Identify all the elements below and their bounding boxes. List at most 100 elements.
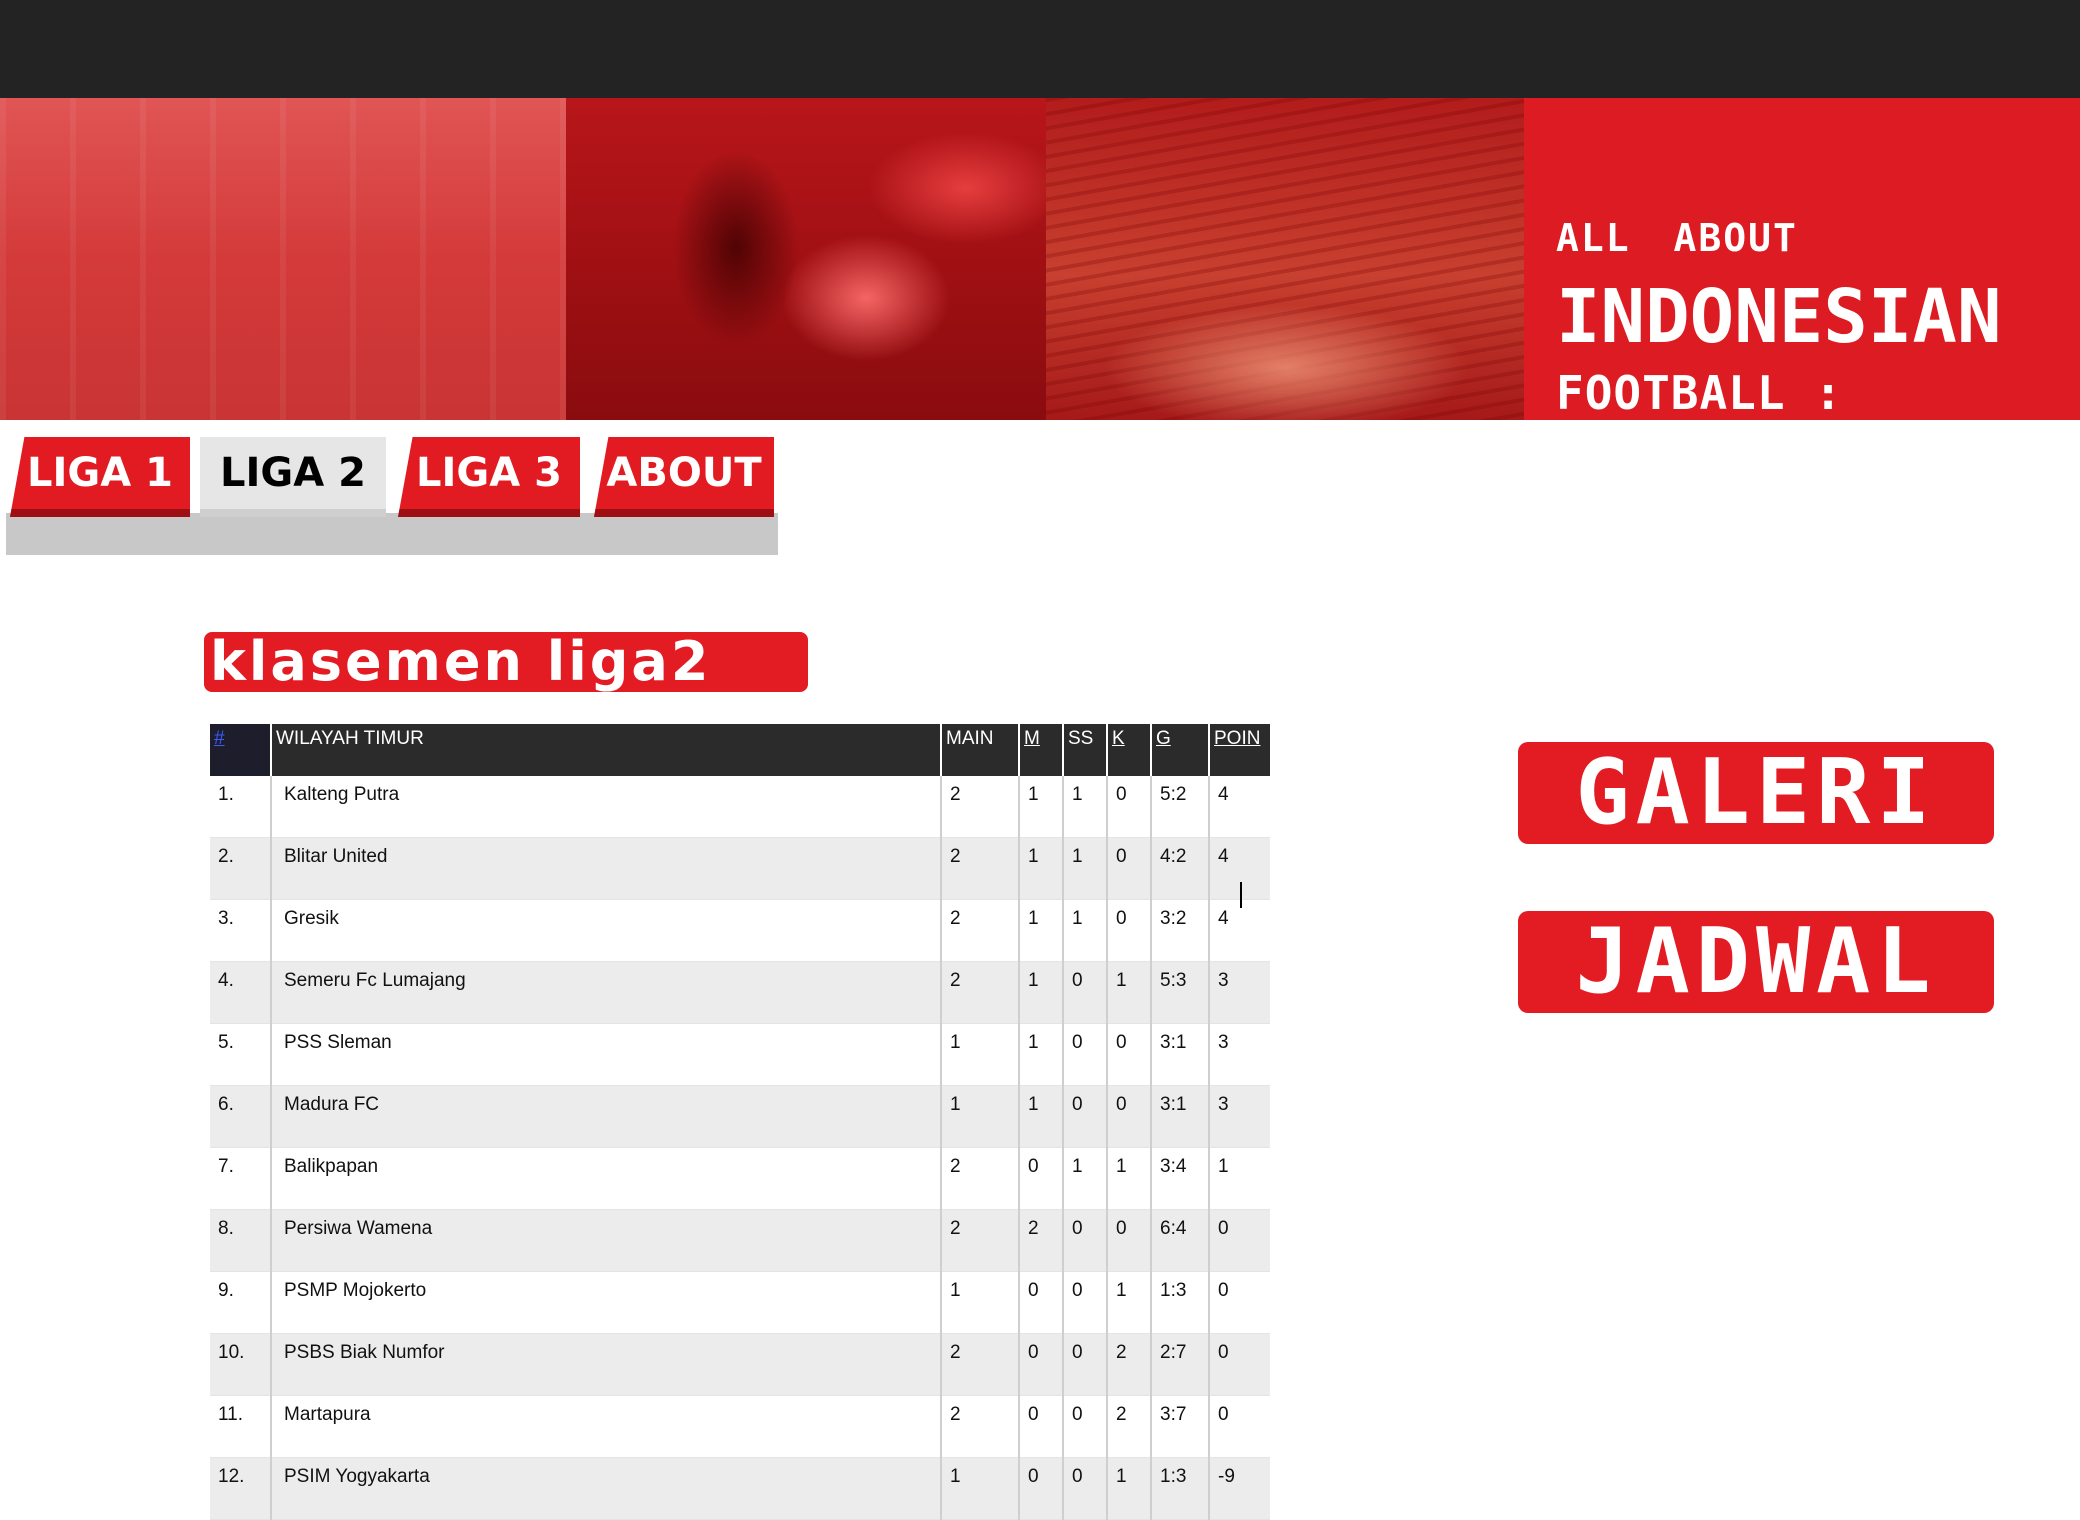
header-cell-draw: SS: [1062, 724, 1107, 776]
table-row: 12. PSIM Yogyakarta 1 0 0 1 1:3 -9: [210, 1457, 1270, 1520]
cell-goals: 1:3: [1150, 1271, 1209, 1334]
cell-played: 1: [940, 1085, 1019, 1148]
cell-lost: 0: [1106, 1023, 1151, 1086]
cell-rank: 3.: [210, 899, 271, 962]
table-row: 3. Gresik 2 1 1 0 3:2 4: [210, 899, 1270, 962]
banner-image-supporters-flares: [566, 98, 1046, 420]
cell-won: 1: [1018, 1023, 1063, 1086]
cell-played: 1: [940, 1271, 1019, 1334]
cell-lost: 0: [1106, 776, 1151, 838]
cell-played: 2: [940, 837, 1019, 900]
table-row: 11. Martapura 2 0 0 2 3:7 0: [210, 1395, 1270, 1458]
cell-team: Semeru Fc Lumajang: [270, 961, 941, 1024]
cell-draw: 0: [1062, 1085, 1107, 1148]
cell-draw: 0: [1062, 1457, 1107, 1520]
cell-draw: 0: [1062, 1209, 1107, 1272]
cell-goals: 2:7: [1150, 1333, 1209, 1396]
cell-played: 2: [940, 1209, 1019, 1272]
cell-played: 2: [940, 1395, 1019, 1458]
table-header-row: # WILAYAH TIMUR MAIN M SS K G POIN: [210, 724, 1270, 776]
cell-lost: 0: [1106, 1085, 1151, 1148]
cell-rank: 8.: [210, 1209, 271, 1272]
header-cell-lost[interactable]: K: [1106, 724, 1151, 776]
cell-draw: 0: [1062, 961, 1107, 1024]
tab-liga-1[interactable]: LIGA 1: [10, 437, 190, 517]
cell-goals: 3:4: [1150, 1147, 1209, 1210]
cell-draw: 0: [1062, 1395, 1107, 1458]
cell-won: 0: [1018, 1395, 1063, 1458]
cell-won: 1: [1018, 776, 1063, 838]
cell-goals: 3:1: [1150, 1085, 1209, 1148]
table-row: 1. Kalteng Putra 2 1 1 0 5:2 4: [210, 776, 1270, 838]
cell-lost: 1: [1106, 1147, 1151, 1210]
cell-played: 2: [940, 1147, 1019, 1210]
header-cell-won[interactable]: M: [1018, 724, 1063, 776]
cell-lost: 2: [1106, 1333, 1151, 1396]
cell-rank: 1.: [210, 776, 271, 838]
galeri-button[interactable]: GALERI: [1518, 742, 1994, 844]
cell-lost: 1: [1106, 1271, 1151, 1334]
cell-team: Kalteng Putra: [270, 776, 941, 838]
cell-points: 4: [1208, 899, 1270, 962]
cell-draw: 0: [1062, 1023, 1107, 1086]
cell-team: Martapura: [270, 1395, 941, 1458]
jadwal-button[interactable]: JADWAL: [1518, 911, 1994, 1013]
cell-won: 1: [1018, 1085, 1063, 1148]
cell-points: 1: [1208, 1147, 1270, 1210]
top-bar: [0, 0, 2080, 98]
cell-rank: 5.: [210, 1023, 271, 1086]
cell-points: -9: [1208, 1457, 1270, 1520]
header-banner: ALL ABOUT INDONESIAN FOOTBALL :: [0, 98, 2080, 420]
cell-team: PSMP Mojokerto: [270, 1271, 941, 1334]
cell-played: 2: [940, 961, 1019, 1024]
cell-team: PSBS Biak Numfor: [270, 1333, 941, 1396]
table-row: 10. PSBS Biak Numfor 2 0 0 2 2:7 0: [210, 1333, 1270, 1396]
cell-played: 2: [940, 776, 1019, 838]
cell-draw: 1: [1062, 837, 1107, 900]
tab-liga-3[interactable]: LIGA 3: [398, 437, 580, 517]
cell-goals: 5:2: [1150, 776, 1209, 838]
header-cell-played: MAIN: [940, 724, 1019, 776]
cell-goals: 3:2: [1150, 899, 1209, 962]
cell-team: Gresik: [270, 899, 941, 962]
cell-won: 0: [1018, 1457, 1063, 1520]
table-row: 6. Madura FC 1 1 0 0 3:1 3: [210, 1085, 1270, 1148]
header-cell-points[interactable]: POIN: [1208, 724, 1270, 776]
page-title: klasemen liga2: [204, 632, 808, 692]
cell-won: 0: [1018, 1271, 1063, 1334]
cell-team: Balikpapan: [270, 1147, 941, 1210]
cell-rank: 7.: [210, 1147, 271, 1210]
header-cell-number[interactable]: #: [210, 724, 271, 776]
table-row: 7. Balikpapan 2 0 1 1 3:4 1: [210, 1147, 1270, 1210]
standings-table: # WILAYAH TIMUR MAIN M SS K G POIN 1. Kal…: [210, 724, 1270, 1520]
cell-won: 0: [1018, 1333, 1063, 1396]
cell-won: 1: [1018, 837, 1063, 900]
cell-draw: 1: [1062, 899, 1107, 962]
cell-rank: 2.: [210, 837, 271, 900]
cell-won: 2: [1018, 1209, 1063, 1272]
cell-team: PSS Sleman: [270, 1023, 941, 1086]
cell-points: 4: [1208, 776, 1270, 838]
cell-goals: 6:4: [1150, 1209, 1209, 1272]
cell-played: 2: [940, 1333, 1019, 1396]
cell-rank: 6.: [210, 1085, 271, 1148]
tab-liga-2[interactable]: LIGA 2: [200, 437, 386, 517]
cell-draw: 0: [1062, 1271, 1107, 1334]
cell-goals: 3:1: [1150, 1023, 1209, 1086]
cell-points: 0: [1208, 1333, 1270, 1396]
table-row: 9. PSMP Mojokerto 1 0 0 1 1:3 0: [210, 1271, 1270, 1334]
tab-about[interactable]: ABOUT: [594, 437, 774, 517]
headline-line-1: ALL ABOUT: [1556, 216, 1798, 260]
cell-rank: 12.: [210, 1457, 271, 1520]
banner-image-stadium-seats: [0, 98, 566, 420]
headline-line-3: FOOTBALL :: [1556, 366, 1843, 420]
cell-lost: 0: [1106, 899, 1151, 962]
header-cell-goals[interactable]: G: [1150, 724, 1209, 776]
header-cell-team: WILAYAH TIMUR: [270, 724, 941, 776]
cell-goals: 3:7: [1150, 1395, 1209, 1458]
cell-points: 3: [1208, 961, 1270, 1024]
cell-draw: 1: [1062, 776, 1107, 838]
cell-points: 0: [1208, 1209, 1270, 1272]
cell-played: 2: [940, 899, 1019, 962]
cell-goals: 5:3: [1150, 961, 1209, 1024]
